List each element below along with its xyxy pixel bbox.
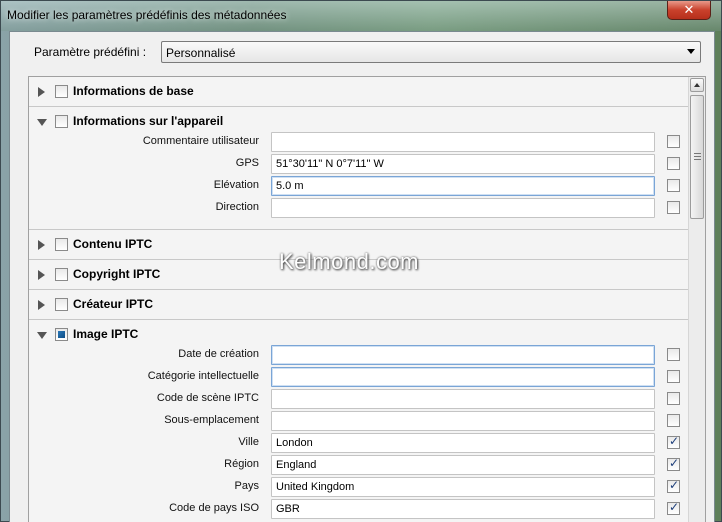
metadata-panel: Informations de base Informations sur l'… xyxy=(28,76,706,522)
section-title: Contenu IPTC xyxy=(73,237,153,251)
section-header[interactable]: Créateur IPTC xyxy=(29,290,689,320)
field-label: Direction xyxy=(215,201,259,213)
field-label: Code de pays ISO xyxy=(169,502,259,514)
field-row-commentaire: Commentaire utilisateur xyxy=(29,131,689,153)
field-row-pays: Pays United Kingdom xyxy=(29,476,689,498)
field-row-region: Région England xyxy=(29,454,689,476)
field-checkbox[interactable] xyxy=(667,135,680,148)
field-row-gps: GPS 51°30'11" N 0°7'11" W xyxy=(29,153,689,175)
field-checkbox[interactable] xyxy=(667,201,680,214)
field-checkbox[interactable] xyxy=(667,456,680,471)
field-checkbox[interactable] xyxy=(667,348,680,361)
field-label: Catégorie intellectuelle xyxy=(147,370,259,382)
expand-triangle-icon[interactable] xyxy=(38,300,45,310)
section-title: Informations de base xyxy=(73,84,194,98)
code-scene-iptc-field[interactable] xyxy=(271,389,655,409)
watermark-text: Kelmond.com xyxy=(279,249,420,274)
chevron-down-icon xyxy=(687,49,695,54)
preset-row: Paramètre prédéfini : Personnalisé xyxy=(34,41,710,63)
ville-field[interactable]: London xyxy=(271,433,655,453)
close-icon: ✕ xyxy=(683,2,695,18)
date-creation-field[interactable] xyxy=(271,345,655,365)
pays-field[interactable]: United Kingdom xyxy=(271,477,655,497)
categorie-intellectuelle-field[interactable] xyxy=(271,367,655,387)
section-informations-de-base: Informations de base xyxy=(29,77,689,107)
field-row-direction: Direction xyxy=(29,197,689,219)
collapse-triangle-icon[interactable] xyxy=(37,119,47,126)
vertical-scrollbar[interactable] xyxy=(688,77,705,522)
section-checkbox[interactable] xyxy=(55,115,68,128)
field-row-sous-emplacement: Sous-emplacement xyxy=(29,410,689,432)
section-informations-appareil: Informations sur l'appareil Commentaire … xyxy=(29,107,689,230)
scrollbar-thumb[interactable] xyxy=(690,95,704,219)
dialog-client: Paramètre prédéfini : Personnalisé Infor… xyxy=(9,31,715,522)
section-title: Copyright IPTC xyxy=(73,267,161,281)
direction-field[interactable] xyxy=(271,198,655,218)
collapse-triangle-icon[interactable] xyxy=(37,332,47,339)
field-label: Ville xyxy=(238,436,259,448)
grip-line xyxy=(694,156,701,157)
scroll-up-arrow-icon[interactable] xyxy=(690,78,704,92)
expand-triangle-icon[interactable] xyxy=(38,240,45,250)
sous-emplacement-field[interactable] xyxy=(271,411,655,431)
expand-triangle-icon[interactable] xyxy=(38,87,45,97)
section-checkbox[interactable] xyxy=(55,268,68,281)
field-checkbox[interactable] xyxy=(667,157,680,170)
title-bar[interactable]: Modifier les paramètres prédéfinis des m… xyxy=(1,1,721,31)
field-checkbox[interactable] xyxy=(667,179,680,192)
section-image-iptc: Image IPTC Date de création Catégorie in… xyxy=(29,320,689,522)
section-title: Image IPTC xyxy=(73,327,139,341)
field-checkbox[interactable] xyxy=(667,370,680,383)
section-title: Créateur IPTC xyxy=(73,297,154,311)
dialog-window: Modifier les paramètres prédéfinis des m… xyxy=(0,0,722,522)
section-checkbox[interactable] xyxy=(55,238,68,251)
field-row-elevation: Elévation 5.0 m xyxy=(29,175,689,197)
field-label: Région xyxy=(224,458,259,470)
expand-triangle-icon[interactable] xyxy=(38,270,45,280)
elevation-field[interactable]: 5.0 m xyxy=(271,176,655,196)
field-row-date-creation: Date de création xyxy=(29,344,689,366)
grip-line xyxy=(694,159,701,160)
section-checkbox[interactable] xyxy=(55,298,68,311)
region-field[interactable]: England xyxy=(271,455,655,475)
close-button[interactable]: ✕ xyxy=(667,1,711,20)
field-checkbox[interactable] xyxy=(667,414,680,427)
field-label: Elévation xyxy=(213,179,259,191)
section-header[interactable]: Informations de base xyxy=(29,77,689,107)
field-row-code-scene: Code de scène IPTC xyxy=(29,388,689,410)
preset-dropdown[interactable]: Personnalisé xyxy=(161,41,701,63)
field-row-categorie: Catégorie intellectuelle xyxy=(29,366,689,388)
field-checkbox[interactable] xyxy=(667,434,680,449)
preset-label: Paramètre prédéfini : xyxy=(34,45,147,59)
section-checkbox[interactable] xyxy=(55,328,68,341)
grip-line xyxy=(694,153,701,154)
commentaire-utilisateur-field[interactable] xyxy=(271,132,655,152)
field-label: Sous-emplacement xyxy=(164,414,259,426)
window-title: Modifier les paramètres prédéfinis des m… xyxy=(7,8,287,22)
field-label: Date de création xyxy=(178,348,259,360)
field-label: Commentaire utilisateur xyxy=(142,135,259,147)
field-label: Pays xyxy=(234,480,259,492)
field-row-ville: Ville London xyxy=(29,432,689,454)
field-checkbox[interactable] xyxy=(667,478,680,493)
code-pays-iso-field[interactable]: GBR xyxy=(271,499,655,519)
section-createur-iptc: Créateur IPTC xyxy=(29,290,689,320)
field-checkbox[interactable] xyxy=(667,500,680,515)
section-checkbox[interactable] xyxy=(55,85,68,98)
gps-field[interactable]: 51°30'11" N 0°7'11" W xyxy=(271,154,655,174)
field-label: GPS xyxy=(235,157,259,169)
section-title: Informations sur l'appareil xyxy=(73,114,224,128)
field-label: Code de scène IPTC xyxy=(156,392,259,404)
field-row-code-pays: Code de pays ISO GBR xyxy=(29,498,689,520)
field-checkbox[interactable] xyxy=(667,392,680,405)
preset-dropdown-value: Personnalisé xyxy=(166,46,236,60)
